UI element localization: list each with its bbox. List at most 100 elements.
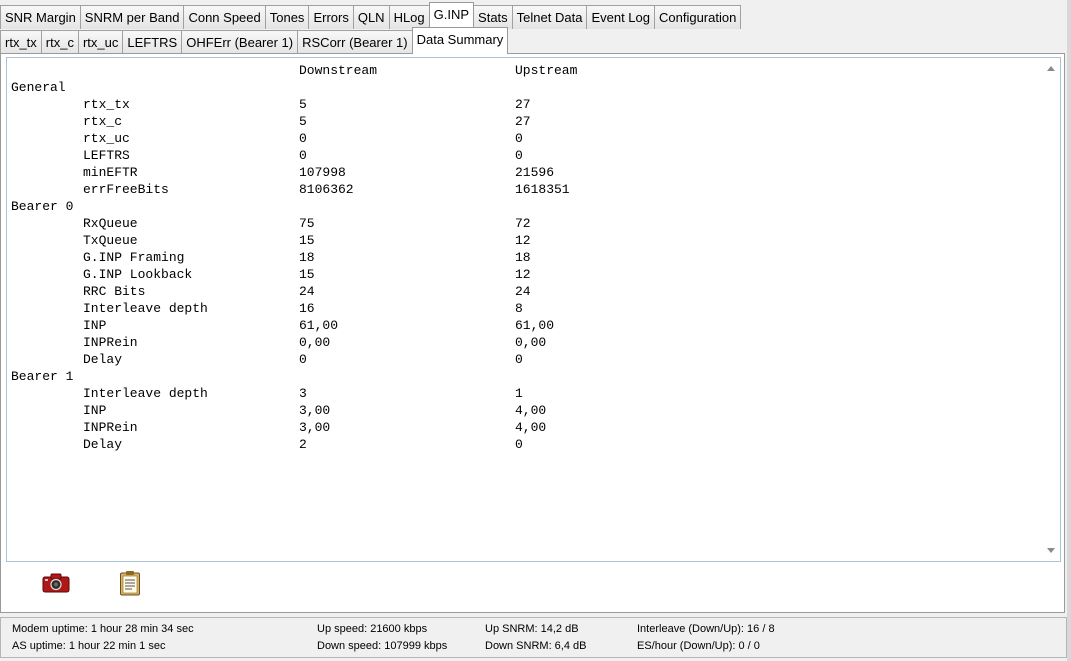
section-title-row: Bearer 0 [11, 198, 1040, 215]
tab-qln[interactable]: QLN [352, 5, 390, 29]
upstream-value: 12 [515, 233, 531, 248]
upstream-value: 0 [515, 437, 523, 452]
row-label: LEFTRS [83, 148, 130, 163]
row-label: Interleave depth [83, 386, 208, 401]
upstream-value: 24 [515, 284, 531, 299]
upstream-header: Upstream [515, 63, 578, 78]
upstream-value: 1 [515, 386, 523, 401]
subtab-rtx-uc[interactable]: rtx_uc [77, 30, 124, 54]
summary-row: INPRein 0,00 0,00 [11, 334, 1040, 351]
up-speed: Up speed: 21600 kbps [317, 623, 428, 635]
clipboard-icon[interactable] [115, 569, 145, 597]
downstream-value: 0,00 [299, 335, 331, 350]
upstream-value: 0,00 [515, 335, 547, 350]
subtab-ohferr-bearer-1[interactable]: OHFErr (Bearer 1) [181, 30, 299, 54]
section-title: General [11, 80, 66, 95]
summary-row: G.INP Lookback 15 12 [11, 266, 1040, 283]
row-label: Delay [83, 437, 123, 452]
summary-row: Interleave depth 16 8 [11, 300, 1040, 317]
row-label: INPRein [83, 420, 138, 435]
data-summary-textbox[interactable]: Downstream Upstream General rtx_tx 5 27 rtx_c 5… [6, 57, 1061, 562]
row-label: errFreeBits [83, 182, 169, 197]
modem-uptime: Modem uptime: 1 hour 28 min 34 sec [12, 623, 194, 635]
camera-icon[interactable] [41, 569, 71, 597]
downstream-value: 24 [299, 284, 315, 299]
summary-row: INPRein 3,00 4,00 [11, 419, 1040, 436]
downstream-value: 3 [299, 386, 307, 401]
summary-row: rtx_c 5 27 [11, 113, 1040, 130]
upstream-value: 0 [515, 131, 523, 146]
sub-tab-bar: rtx_tx rtx_c rtx_uc LEFTRS OHFErr (Bearer 1)… [0, 27, 509, 54]
summary-row: TxQueue 15 12 [11, 232, 1040, 249]
tab-snrm-per-band[interactable]: SNRM per Band [79, 5, 185, 29]
down-snrm: Down SNRM: 6,4 dB [485, 640, 587, 652]
downstream-value: 107998 [299, 165, 346, 180]
tab-snr-margin[interactable]: SNR Margin [0, 5, 81, 29]
tab-panel: Downstream Upstream General rtx_tx 5 27 rtx_c 5… [0, 53, 1065, 613]
downstream-value: 0 [299, 352, 307, 367]
summary-row: INP 3,00 4,00 [11, 402, 1040, 419]
upstream-value: 27 [515, 114, 531, 129]
downstream-value: 5 [299, 114, 307, 129]
upstream-value: 4,00 [515, 403, 547, 418]
upstream-value: 4,00 [515, 420, 547, 435]
summary-row: minEFTR 107998 21596 [11, 164, 1040, 181]
top-bar [0, 0, 1071, 4]
summary-row: G.INP Framing 18 18 [11, 249, 1040, 266]
downstream-value: 18 [299, 250, 315, 265]
summary-row: Delay 2 0 [11, 436, 1040, 453]
upstream-value: 0 [515, 352, 523, 367]
scroll-down-icon[interactable] [1047, 548, 1055, 553]
downstream-value: 0 [299, 131, 307, 146]
row-label: Delay [83, 352, 123, 367]
summary-header-row: Downstream Upstream [11, 62, 1040, 79]
tab-telnet-data[interactable]: Telnet Data [511, 5, 588, 29]
subtab-rtx-tx[interactable]: rtx_tx [0, 30, 42, 54]
upstream-value: 12 [515, 267, 531, 282]
tab-g-inp[interactable]: G.INP [428, 2, 475, 29]
upstream-value: 0 [515, 148, 523, 163]
row-label: TxQueue [83, 233, 138, 248]
upstream-value: 72 [515, 216, 531, 231]
tab-conn-speed[interactable]: Conn Speed [183, 5, 266, 29]
row-label: INPRein [83, 335, 138, 350]
row-label: G.INP Framing [83, 250, 185, 265]
upstream-value: 18 [515, 250, 531, 265]
section-title: Bearer 0 [11, 199, 74, 214]
tab-tones[interactable]: Tones [264, 5, 310, 29]
subtab-rtx-c[interactable]: rtx_c [40, 30, 79, 54]
upstream-value: 1618351 [515, 182, 570, 197]
data-summary-text: Downstream Upstream General rtx_tx 5 27 rtx_c 5… [11, 62, 1040, 453]
tab-event-log[interactable]: Event Log [586, 5, 655, 29]
row-label: INP [83, 403, 107, 418]
interleave-status: Interleave (Down/Up): 16 / 8 [637, 623, 775, 635]
downstream-value: 3,00 [299, 420, 331, 435]
down-speed: Down speed: 107999 kbps [317, 640, 448, 652]
tab-configuration[interactable]: Configuration [653, 5, 742, 29]
subtab-leftrs[interactable]: LEFTRS [122, 30, 183, 54]
upstream-value: 27 [515, 97, 531, 112]
row-label: minEFTR [83, 165, 138, 180]
upstream-value: 8 [515, 301, 523, 316]
summary-row: RRC Bits 24 24 [11, 283, 1040, 300]
subtab-rscorr-bearer-1[interactable]: RSCorr (Bearer 1) [297, 30, 413, 54]
tab-hlog[interactable]: HLog [388, 5, 430, 29]
vertical-scrollbar[interactable] [1043, 58, 1060, 561]
row-label: rtx_uc [83, 131, 130, 146]
row-label: INP [83, 318, 107, 333]
up-snrm: Up SNRM: 14,2 dB [485, 623, 579, 635]
row-label: rtx_c [83, 114, 123, 129]
as-uptime: AS uptime: 1 hour 22 min 1 sec [12, 640, 166, 652]
downstream-value: 16 [299, 301, 315, 316]
subtab-data-summary[interactable]: Data Summary [411, 27, 509, 54]
tab-stats[interactable]: Stats [473, 5, 513, 29]
downstream-value: 15 [299, 267, 315, 282]
tab-errors[interactable]: Errors [308, 5, 354, 29]
row-label: rtx_tx [83, 97, 130, 112]
downstream-value: 3,00 [299, 403, 331, 418]
summary-row: rtx_tx 5 27 [11, 96, 1040, 113]
toolbar [41, 569, 145, 597]
downstream-value: 5 [299, 97, 307, 112]
scroll-up-icon[interactable] [1047, 66, 1055, 71]
downstream-value: 8106362 [299, 182, 354, 197]
